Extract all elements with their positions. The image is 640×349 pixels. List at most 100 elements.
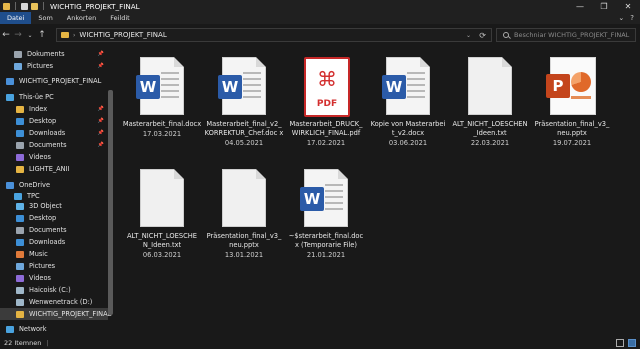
text-document-icon: [218, 169, 270, 229]
properties-icon[interactable]: [21, 2, 28, 10]
documents-icon: [14, 50, 22, 58]
tab-datei[interactable]: Datei: [0, 12, 32, 24]
sidebar-item[interactable]: LIGHTE_ANII: [0, 163, 108, 175]
sidebar-item[interactable]: Haicoisk (C:): [0, 284, 108, 296]
help-button[interactable]: ?: [630, 14, 634, 22]
sidebar-scrollbar[interactable]: [108, 90, 113, 315]
sidebar-item[interactable]: Music: [0, 248, 108, 260]
icon-part: [161, 78, 179, 80]
tab-feildit[interactable]: Feildit: [103, 12, 136, 24]
icon-part: [571, 96, 591, 99]
file-date: 22.03.2021: [470, 139, 510, 147]
up-button[interactable]: ↑: [36, 30, 48, 40]
divider: [15, 2, 16, 10]
icon-part: W: [382, 75, 406, 99]
sidebar-item[interactable]: Documents: [0, 224, 108, 236]
sidebar-item[interactable]: WICHTIG_PROJEKT_FINAL: [0, 308, 111, 320]
icon-part: W: [218, 75, 242, 99]
address-bar[interactable]: › WICHTIG_PROJEKT_FINAL ⌄ ⟳: [56, 28, 492, 42]
forward-button[interactable]: →: [12, 30, 24, 40]
icon-part: [325, 184, 343, 214]
sidebar-item[interactable]: Index 📌: [0, 103, 108, 115]
sidebar-item[interactable]: Desktop 📌: [0, 115, 108, 127]
file-item[interactable]: W ~$sterarbeit_final.doc x (Temporarie Fi…: [286, 169, 366, 259]
file-item[interactable]: Präsentation_final_v3_ neu.pptx 13.01.202…: [204, 169, 284, 259]
sidebar-item-label: Haicoisk (C:): [29, 286, 71, 294]
powerpoint-document-icon: P: [546, 57, 598, 117]
details-view-icon[interactable]: [616, 339, 624, 347]
sidebar-item[interactable]: Dokuments 📌: [0, 48, 108, 60]
sidebar-item[interactable]: Desktop: [0, 212, 108, 224]
cloud-icon: [6, 181, 14, 189]
icon-part: [243, 72, 261, 102]
chevron-down-icon[interactable]: ⌄: [466, 32, 471, 39]
icon-part: [161, 96, 179, 98]
icon-part: PDF: [316, 99, 338, 109]
icon-part: [325, 190, 343, 192]
file-date: 19.07.2021: [552, 139, 592, 147]
minimize-button[interactable]: —: [568, 0, 592, 12]
sidebar-item[interactable]: Wenwenetrack (D:): [0, 296, 108, 308]
sidebar-item-label: Videos: [29, 153, 51, 161]
expand-ribbon-icon[interactable]: ⌄: [618, 14, 624, 22]
sidebar-item[interactable]: Pictures: [0, 260, 108, 272]
sidebar-item[interactable]: This-üe PC: [0, 91, 108, 103]
recent-locations-icon[interactable]: ⌄: [24, 32, 36, 39]
close-button[interactable]: ✕: [616, 0, 640, 12]
sidebar-item-label: This-üe PC: [19, 93, 54, 101]
file-item[interactable]: ALT_NICHT_LOESCHEN _Ideen.txt 22.03.2021: [450, 57, 530, 147]
icon-part: [243, 96, 261, 98]
file-item[interactable]: P Präsentation_final_v3_ neu.pptx 19.07.20…: [532, 57, 612, 147]
icon-part: [407, 72, 425, 102]
file-list: W Masterarbeit_final.docx 17.03.2021 W Maste…: [116, 45, 640, 337]
divider: [43, 2, 44, 10]
cloud-icon: [6, 77, 14, 85]
icon-part: [407, 78, 425, 80]
folder-icon: [16, 310, 24, 318]
sidebar-item-label: WICHTIG_PROJEKT_FINAL: [19, 77, 102, 85]
tab-ankorten[interactable]: Ankorten: [60, 12, 103, 24]
maximize-button[interactable]: ❐: [592, 0, 616, 12]
search-input[interactable]: Beschniar WICHTIG_PROJEKT_FINAL: [496, 28, 636, 42]
sidebar-item[interactable]: Pictures 📌: [0, 60, 108, 72]
tab-som[interactable]: Som: [31, 12, 59, 24]
sidebar-item[interactable]: Network: [0, 323, 108, 335]
file-date: 17.03.2021: [142, 130, 182, 138]
sidebar-item-label: OneDrive: [19, 181, 51, 189]
network-icon: [6, 325, 14, 333]
folder-icon: [16, 165, 24, 173]
sidebar-item[interactable]: Videos: [0, 272, 108, 284]
downloads-icon: [16, 129, 24, 137]
file-item[interactable]: ⌘ PDF Masterarbeit_DRUCK_ WIRKLICH_FINAL.p…: [286, 57, 366, 147]
file-name: Kopie von Masterarbei t_v2.docx: [370, 120, 446, 137]
folder-icon: [61, 32, 69, 38]
file-item[interactable]: W Kopie von Masterarbei t_v2.docx 03.06.20…: [368, 57, 448, 147]
sidebar-item[interactable]: 3D Object: [0, 200, 108, 212]
sidebar-item[interactable]: Videos: [0, 151, 108, 163]
icon-part: [407, 90, 425, 92]
file-item[interactable]: W Masterarbeit_final_v2_ KORREKTUR_Chef.d…: [204, 57, 284, 147]
chevron-right-icon[interactable]: ›: [73, 32, 75, 39]
sidebar-item[interactable]: Documents 📌: [0, 139, 108, 151]
file-item[interactable]: W Masterarbeit_final.docx 17.03.2021: [122, 57, 202, 138]
word-document-icon: W: [136, 57, 188, 117]
address-path[interactable]: WICHTIG_PROJEKT_FINAL: [79, 31, 166, 39]
icon-part: ⌘: [317, 67, 337, 91]
pin-icon: 📌: [97, 142, 104, 148]
back-button[interactable]: ←: [0, 30, 12, 40]
sidebar-item[interactable]: WICHTIG_PROJEKT_FINAL: [0, 75, 108, 87]
refresh-button[interactable]: ⟳: [479, 31, 486, 40]
pin-icon: 📌: [97, 130, 104, 136]
file-date: 03.06.2021: [388, 139, 428, 147]
3d-object-icon: [16, 202, 24, 210]
new-folder-icon[interactable]: [31, 2, 38, 10]
file-name: Präsentation_final_v3_ neu.pptx: [534, 120, 610, 137]
file-item[interactable]: ALT_NICHT_LOESCHE N_Ideen.txt 06.03.2021: [122, 169, 202, 259]
sidebar-item[interactable]: Downloads: [0, 236, 108, 248]
word-document-icon: W: [218, 57, 270, 117]
sidebar-item-label: Documents: [29, 141, 67, 149]
icon-part: [325, 196, 343, 198]
sidebar-item[interactable]: Downloads 📌: [0, 127, 108, 139]
sidebar-item-label: Index: [29, 105, 48, 113]
large-icons-view-icon[interactable]: [628, 339, 636, 347]
